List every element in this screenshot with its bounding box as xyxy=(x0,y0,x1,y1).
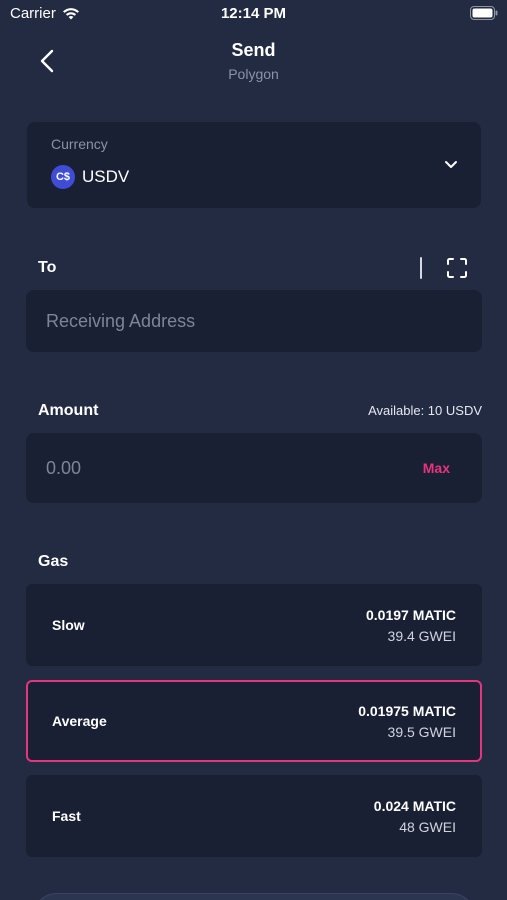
max-button[interactable]: Max xyxy=(423,460,450,476)
status-time: 12:14 PM xyxy=(220,5,287,22)
amount-field: Max xyxy=(26,433,482,503)
page-title: Send xyxy=(231,40,276,60)
gas-option-gwei: 39.4 GWEI xyxy=(387,628,456,644)
gas-option-slow[interactable]: Slow 0.0197 MATIC 39.4 GWEI xyxy=(26,584,482,666)
gas-option-fast[interactable]: Fast 0.024 MATIC 48 GWEI xyxy=(26,775,482,857)
gas-option-average[interactable]: Average 0.01975 MATIC 39.5 GWEI xyxy=(26,680,482,762)
gas-option-gwei: 48 GWEI xyxy=(399,819,456,835)
amount-input[interactable] xyxy=(26,433,396,503)
to-label: To xyxy=(38,259,57,276)
chevron-down-icon xyxy=(445,161,457,168)
gas-option-matic: 0.0197 MATIC xyxy=(366,607,456,623)
usdv-coin-icon: C$ xyxy=(51,165,75,189)
receiving-address-input[interactable] xyxy=(26,290,482,352)
gas-option-gwei: 39.5 GWEI xyxy=(387,724,456,740)
gas-option-name: Slow xyxy=(52,617,85,633)
gas-option-matic: 0.024 MATIC xyxy=(373,798,456,814)
currency-selector[interactable]: Currency C$ USDV xyxy=(27,122,481,208)
amount-label: Amount xyxy=(38,402,99,419)
network-subtitle: Polygon xyxy=(228,66,279,82)
scan-qr-icon[interactable] xyxy=(446,257,468,279)
available-balance: Available: 10 USDV xyxy=(368,403,482,418)
gas-option-name: Average xyxy=(52,713,107,729)
gas-label: Gas xyxy=(38,553,69,570)
battery-icon xyxy=(470,6,498,20)
status-bar: Carrier 12:14 PM xyxy=(0,0,507,28)
currency-value: USDV xyxy=(82,167,130,186)
send-button[interactable] xyxy=(32,893,476,900)
send-screen: Carrier 12:14 PM Send Polygon Currency C… xyxy=(0,0,507,900)
divider xyxy=(420,257,422,279)
gas-option-name: Fast xyxy=(52,808,81,824)
currency-label: Currency xyxy=(51,136,108,152)
gas-option-matic: 0.01975 MATIC xyxy=(358,703,456,719)
address-field xyxy=(26,290,482,352)
